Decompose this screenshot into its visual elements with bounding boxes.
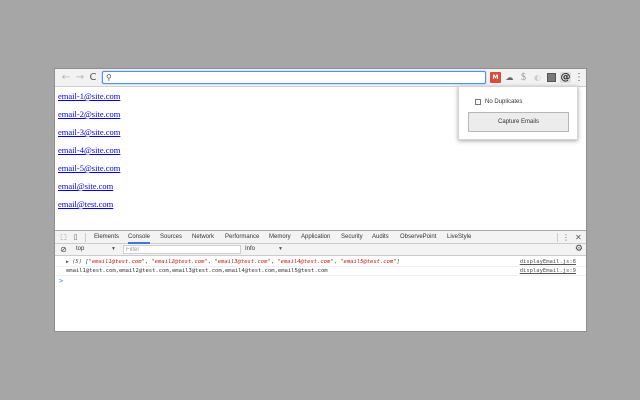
devtools-panel: ⬚ ▯ Elements Console Sources Network Per…	[55, 230, 586, 331]
url-input[interactable]	[117, 72, 481, 83]
email-link[interactable]: email-1@site.com	[58, 91, 120, 109]
browser-window: ← → C ⚲ M ☁ $ ◐ @ ⋮ email-1@site.com ema…	[54, 68, 587, 332]
tab-sources[interactable]: Sources	[160, 231, 182, 244]
toolbar-divider	[557, 233, 558, 242]
inspect-element-icon[interactable]: ⬚	[59, 233, 68, 242]
browser-menu-icon[interactable]: ⋮	[574, 71, 584, 84]
console-message: ▶ (5) ["email1@test.com", "email2@test.c…	[55, 258, 586, 267]
search-icon: ⚲	[106, 73, 112, 82]
console-message: email1@test.com,email2@test.com,email3@t…	[55, 267, 586, 276]
close-icon[interactable]: ✕	[575, 233, 582, 242]
tab-security[interactable]: Security	[341, 231, 363, 244]
tab-network[interactable]: Network	[192, 231, 214, 244]
toolbar-divider	[85, 233, 86, 242]
email-link[interactable]: email-4@site.com	[58, 145, 120, 163]
tab-memory[interactable]: Memory	[269, 231, 291, 244]
forward-icon[interactable]: →	[74, 71, 86, 84]
devtools-tabbar: ⬚ ▯ Elements Console Sources Network Per…	[55, 231, 586, 244]
log-level-select[interactable]: Info ▼	[245, 245, 285, 254]
cloud-extension-icon[interactable]: ☁	[504, 72, 515, 83]
back-icon[interactable]: ←	[60, 71, 72, 84]
tab-elements[interactable]: Elements	[94, 231, 119, 244]
email-link[interactable]: email@site.com	[58, 181, 120, 199]
gmail-extension-icon[interactable]: M	[490, 72, 501, 83]
capture-emails-button[interactable]: Capture Emails	[468, 112, 569, 132]
address-bar[interactable]: ⚲	[102, 71, 486, 84]
email-link[interactable]: email-3@site.com	[58, 127, 120, 145]
shield-extension-icon[interactable]: ◐	[532, 72, 543, 83]
tab-livestyle[interactable]: LiveStyle	[447, 231, 471, 244]
devtools-menu-icon[interactable]: ⋮	[562, 233, 570, 242]
context-value: top	[76, 246, 85, 252]
reload-icon[interactable]: C	[87, 71, 99, 84]
browser-toolbar: ← → C ⚲ M ☁ $ ◐ @ ⋮	[55, 69, 586, 87]
log-level-value: Info	[245, 246, 256, 252]
email-link[interactable]: email-2@site.com	[58, 109, 120, 127]
console-filter-input[interactable]	[123, 245, 241, 254]
clear-console-icon[interactable]: ⊘	[59, 245, 68, 254]
page-content: email-1@site.com email-2@site.com email-…	[58, 91, 120, 217]
console-string-message: email1@test.com,email2@test.com,email3@t…	[66, 268, 328, 274]
expand-triangle-icon[interactable]: ▶	[66, 258, 69, 267]
tab-application[interactable]: Application	[301, 231, 330, 244]
no-duplicates-option[interactable]: No Duplicates	[475, 97, 522, 107]
extension-popup: No Duplicates Capture Emails	[458, 86, 578, 140]
email-link[interactable]: email@test.com	[58, 199, 120, 217]
console-array-message[interactable]: (5) ["email1@test.com", "email2@test.com…	[72, 258, 400, 267]
email-extractor-extension-icon[interactable]: @	[560, 72, 571, 83]
tab-audits[interactable]: Audits	[372, 231, 389, 244]
chevron-down-icon: ▼	[278, 246, 283, 252]
tab-console[interactable]: Console	[128, 231, 151, 244]
source-link[interactable]: displayEmail.js:9	[520, 267, 576, 276]
no-duplicates-label: No Duplicates	[485, 99, 523, 105]
box-extension-icon[interactable]	[547, 73, 556, 82]
console-prompt-icon[interactable]: >	[59, 277, 63, 286]
gear-icon[interactable]: ⚙	[575, 244, 583, 255]
context-select[interactable]: top ▼	[76, 245, 118, 254]
console-filter-bar: ⊘ top ▼ Info ▼ ⚙	[55, 244, 586, 256]
tab-performance[interactable]: Performance	[225, 231, 259, 244]
dollar-extension-icon[interactable]: $	[518, 72, 529, 83]
no-duplicates-checkbox[interactable]	[475, 99, 481, 105]
chevron-down-icon: ▼	[111, 246, 116, 252]
email-link[interactable]: email-5@site.com	[58, 163, 120, 181]
console-output: ▶ (5) ["email1@test.com", "email2@test.c…	[55, 258, 586, 285]
device-toolbar-icon[interactable]: ▯	[71, 233, 80, 242]
tab-observepoint[interactable]: ObservePoint	[400, 231, 436, 244]
source-link[interactable]: displayEmail.js:8	[520, 258, 576, 267]
